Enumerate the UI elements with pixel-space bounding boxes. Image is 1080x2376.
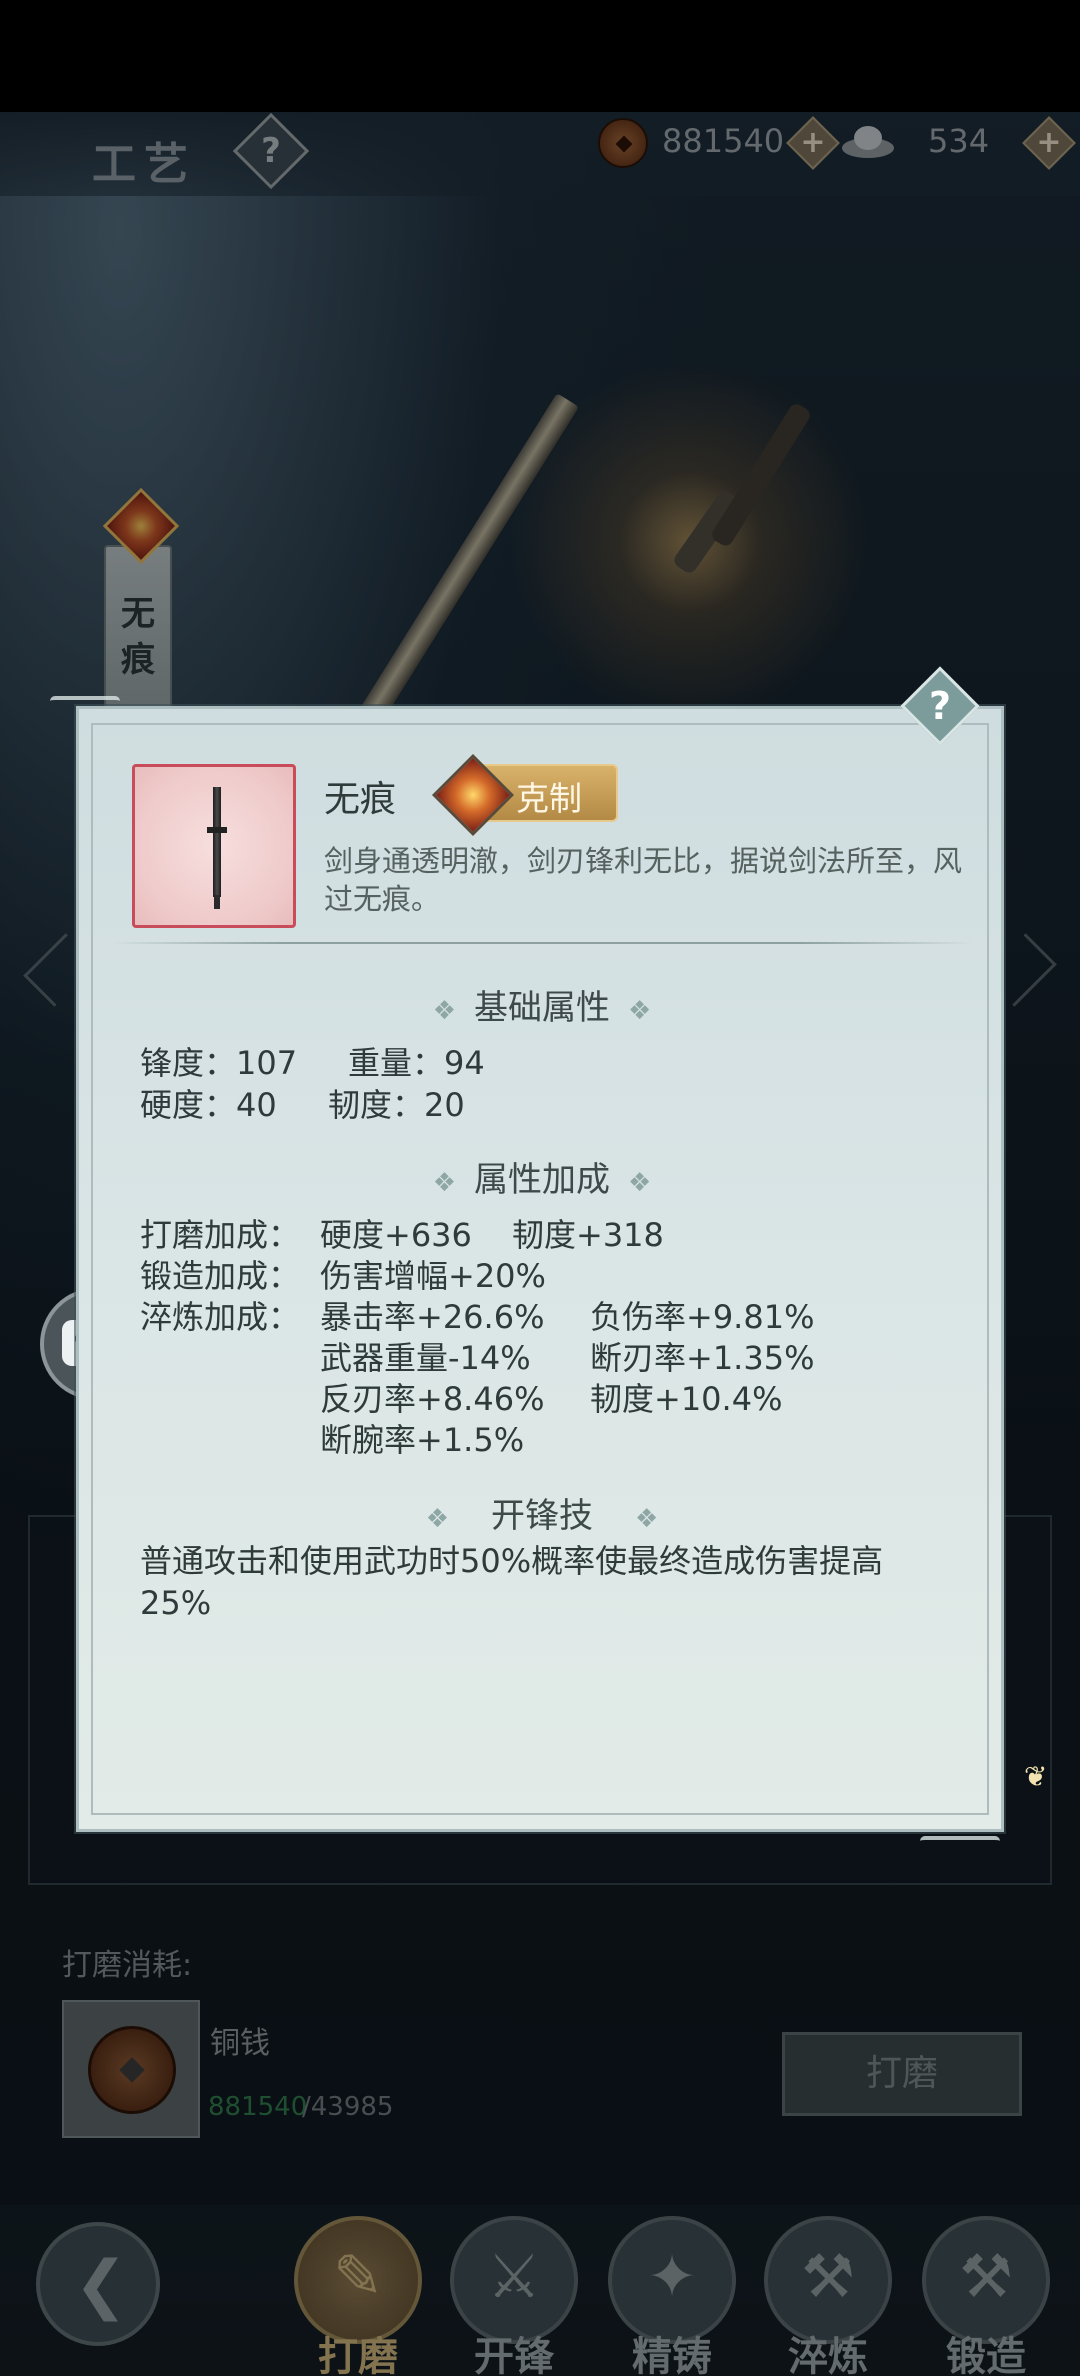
cloud-ornament bbox=[920, 1836, 1000, 1846]
temper-bonus-value: 武器重量-14% bbox=[320, 1339, 531, 1377]
diamond-ornament-icon: ❖ bbox=[432, 996, 456, 1026]
temper-bonus-value: 暴击率+26.6% bbox=[320, 1298, 545, 1336]
item-name: 无痕 bbox=[324, 779, 397, 820]
temper-bonus-value: 负伤率+9.81% bbox=[590, 1298, 815, 1336]
diamond-ornament-icon: ❖ bbox=[628, 996, 652, 1026]
bonus-attributes-heading: ❖ 属性加成 ❖ bbox=[432, 1160, 652, 1200]
temper-bonus-value: 断刃率+1.35% bbox=[590, 1339, 815, 1377]
diamond-ornament-icon: ❖ bbox=[635, 1504, 659, 1534]
temper-bonus-label: 淬炼加成： bbox=[140, 1298, 301, 1336]
forge-bonus-value: 伤害增幅+20% bbox=[320, 1257, 546, 1295]
divider bbox=[112, 942, 972, 944]
diamond-ornament-icon: ❖ bbox=[425, 1504, 449, 1534]
counter-badge: 克制 bbox=[431, 753, 618, 837]
forge-bonus-label: 锻造加成： bbox=[140, 1257, 301, 1295]
item-description: 剑身通透明澈，剑刃锋利无比，据说剑法所至，风过无痕。 bbox=[324, 844, 963, 916]
skill-heading: ❖ 开锋技 ❖ bbox=[425, 1496, 659, 1536]
butterfly-icon: ❦ bbox=[1024, 1760, 1048, 1793]
base-attributes-heading: ❖ 基础属性 ❖ bbox=[432, 988, 652, 1028]
attr-hardness: 硬度：40 bbox=[140, 1086, 277, 1124]
grind-bonus-value: 韧度+318 bbox=[512, 1216, 664, 1254]
skill-description: 普通攻击和使用武功时50%概率使最终造成伤害提高25% bbox=[140, 1542, 884, 1622]
diamond-ornament-icon: ❖ bbox=[432, 1168, 456, 1198]
attr-weight: 重量：94 bbox=[348, 1044, 485, 1082]
attr-sharpness: 锋度：107 bbox=[140, 1044, 298, 1082]
temper-bonus-value: 反刃率+8.46% bbox=[320, 1380, 545, 1418]
diamond-ornament-icon: ❖ bbox=[628, 1168, 652, 1198]
item-icon-frame bbox=[132, 764, 296, 928]
temper-bonus-value: 断腕率+1.5% bbox=[320, 1421, 525, 1459]
grind-bonus-value: 硬度+636 bbox=[320, 1216, 472, 1254]
question-icon: ? bbox=[928, 684, 952, 728]
cloud-ornament bbox=[50, 696, 120, 706]
temper-bonus-value: 韧度+10.4% bbox=[590, 1380, 783, 1418]
sword-icon bbox=[213, 787, 221, 897]
status-bar bbox=[0, 0, 1080, 112]
attr-toughness: 韧度：20 bbox=[328, 1086, 465, 1124]
grind-bonus-label: 打磨加成： bbox=[140, 1216, 301, 1254]
counter-badge-label: 克制 bbox=[516, 779, 582, 818]
